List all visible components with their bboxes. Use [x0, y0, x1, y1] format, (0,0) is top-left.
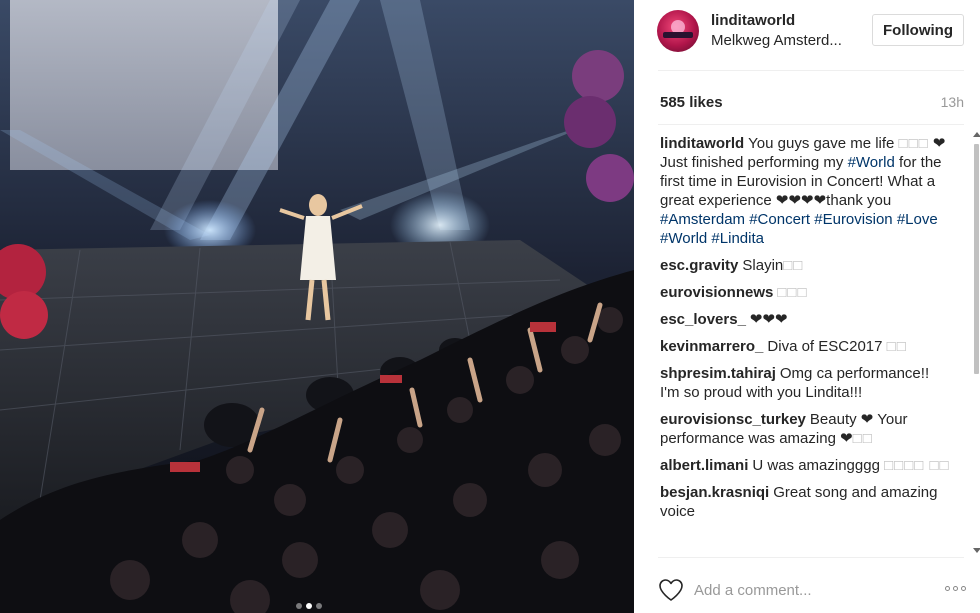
likes-count[interactable]: 585 likes — [660, 94, 723, 111]
hashtag-link[interactable]: #Lindita — [711, 230, 764, 247]
carousel-dot[interactable] — [316, 603, 322, 609]
hashtag-link[interactable]: #Concert — [749, 211, 810, 228]
emoji-glyph: □□□□ □□ — [884, 457, 950, 474]
comment-item: esc_lovers_ ❤❤❤ — [660, 310, 952, 329]
avatar[interactable] — [657, 10, 699, 52]
carousel-dot[interactable] — [296, 603, 302, 609]
scroll-up-arrow-icon[interactable] — [973, 132, 980, 137]
following-button[interactable]: Following — [872, 14, 964, 46]
comment-item: besjan.krasniqi Great song and amazing vo… — [660, 483, 952, 521]
comment-item: kevinmarrero_ Diva of ESC2017 □□ — [660, 337, 952, 356]
comment-text: Slayin — [742, 257, 784, 274]
comment-text: U was amazingggg — [752, 457, 885, 474]
add-comment-input[interactable] — [694, 578, 914, 602]
comment-username[interactable]: esc.gravity — [660, 257, 738, 274]
comment-username[interactable]: esc_lovers_ — [660, 311, 746, 328]
post-photo[interactable] — [0, 0, 634, 613]
hashtag-link[interactable]: #Amsterdam — [660, 211, 745, 228]
more-options-icon[interactable] — [945, 586, 966, 591]
comment-username[interactable]: eurovisionnews — [660, 284, 773, 301]
comment-username[interactable]: besjan.krasniqi — [660, 484, 769, 501]
comment-item: shpresim.tahiraj Omg ca performance!! I'm… — [660, 364, 952, 402]
post-username[interactable]: linditaworld — [711, 12, 795, 29]
carousel-dot-active[interactable] — [306, 603, 312, 609]
hashtag-link[interactable]: #Eurovision — [814, 211, 892, 228]
divider — [658, 70, 964, 71]
comment-item: esc.gravity Slayin□□ — [660, 256, 952, 275]
post-header: linditaworld Melkweg Amsterd... Followin… — [634, 0, 980, 70]
comment-username[interactable]: shpresim.tahiraj — [660, 365, 776, 382]
emoji-glyph: □□ — [852, 430, 873, 447]
concert-photo-image — [0, 0, 634, 613]
post-details-panel: linditaworld Melkweg Amsterd... Followin… — [634, 0, 980, 613]
more-dot — [945, 586, 950, 591]
comment-item: albert.limani U was amazingggg □□□□ □□ — [660, 456, 952, 475]
scroll-down-arrow-icon[interactable] — [973, 548, 980, 553]
comment-list: linditaworld You guys gave me life □□□ ❤ … — [660, 134, 952, 554]
more-dot — [953, 586, 958, 591]
comment-scrollbar[interactable] — [972, 132, 980, 556]
post-location[interactable]: Melkweg Amsterd... — [711, 32, 842, 49]
heart-outline-icon[interactable] — [658, 578, 684, 602]
more-dot — [961, 586, 966, 591]
hashtag-link[interactable]: #World — [660, 230, 707, 247]
comment-text: Diva of ESC2017 — [767, 338, 887, 355]
hashtag-link[interactable]: #Love — [897, 211, 938, 228]
divider — [658, 124, 964, 125]
post-time[interactable]: 13h — [941, 94, 964, 110]
caption: linditaworld You guys gave me life □□□ ❤ … — [660, 134, 952, 248]
hashtag-link[interactable]: #World — [848, 154, 895, 171]
comment-item: eurovisionsc_turkey Beauty ❤ Your perform… — [660, 410, 952, 448]
emoji-glyph: □□ — [886, 338, 907, 355]
comment-username[interactable]: eurovisionsc_turkey — [660, 411, 806, 428]
comment-item: eurovisionnews □□□ — [660, 283, 952, 302]
divider — [658, 557, 964, 558]
caption-text: You guys gave me life — [748, 135, 899, 152]
comment-username[interactable]: kevinmarrero_ — [660, 338, 763, 355]
carousel-indicator — [296, 603, 322, 609]
emoji-glyph: □□□ — [777, 284, 808, 301]
comment-text: ❤❤❤ — [749, 311, 788, 328]
emoji-glyph: □□ — [783, 257, 804, 274]
scrollbar-thumb[interactable] — [974, 144, 979, 374]
comment-username[interactable]: albert.limani — [660, 457, 748, 474]
emoji-glyph: □□□ — [898, 135, 929, 152]
comment-username[interactable]: linditaworld — [660, 135, 744, 152]
